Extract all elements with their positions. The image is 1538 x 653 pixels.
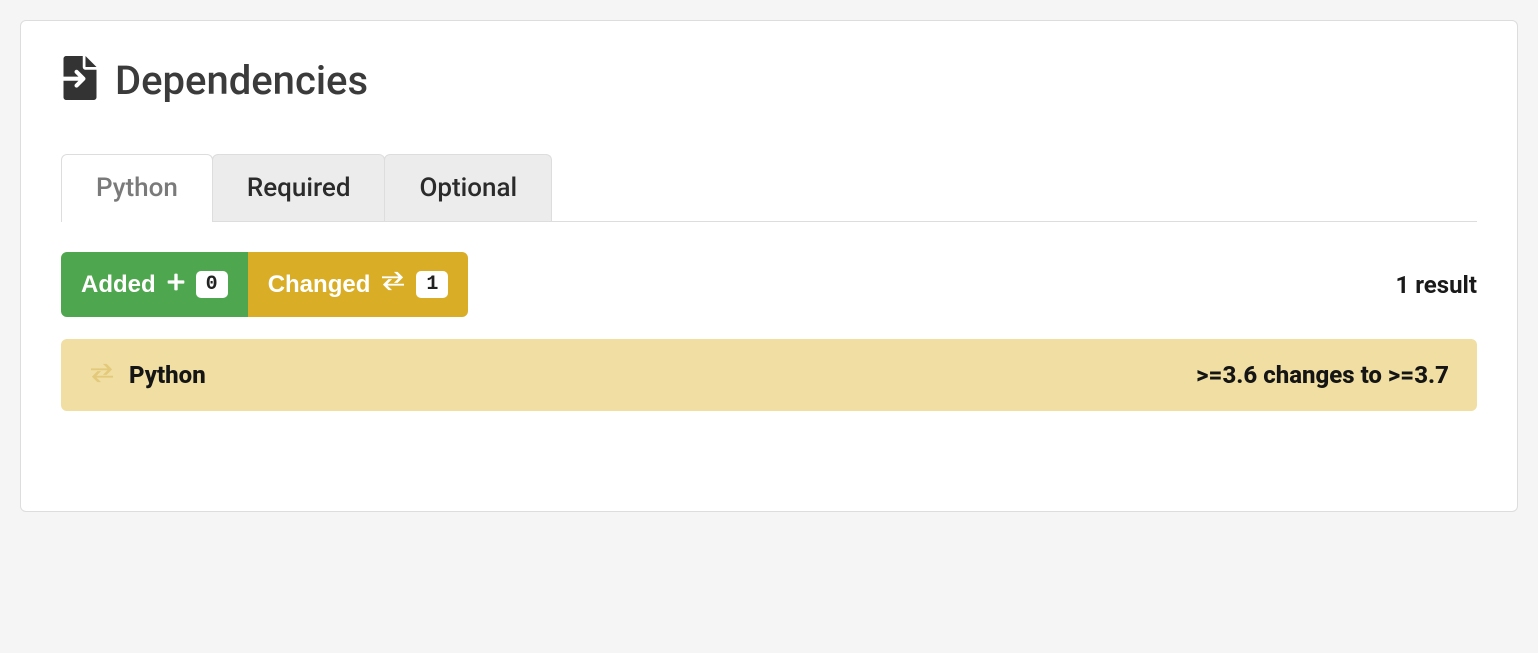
filter-added-count: 0 bbox=[196, 271, 228, 298]
tab-optional[interactable]: Optional bbox=[384, 154, 552, 221]
tab-required[interactable]: Required bbox=[212, 154, 386, 221]
filter-added-button[interactable]: Added 0 bbox=[61, 252, 248, 317]
tab-python[interactable]: Python bbox=[61, 154, 213, 222]
tabs: Python Required Optional bbox=[61, 154, 1477, 222]
plus-icon bbox=[166, 271, 186, 299]
result-count: 1 result bbox=[1395, 271, 1477, 299]
filter-changed-button[interactable]: Changed 1 bbox=[248, 252, 469, 317]
dependency-change: >=3.6 changes to >=3.7 bbox=[1196, 361, 1449, 389]
filter-changed-label: Changed bbox=[268, 271, 371, 299]
dependency-name: Python bbox=[129, 361, 206, 389]
filter-added-label: Added bbox=[81, 271, 156, 299]
dependency-row[interactable]: Python >=3.6 changes to >=3.7 bbox=[61, 339, 1477, 411]
file-import-icon bbox=[61, 56, 99, 104]
panel-title: Dependencies bbox=[115, 57, 368, 104]
filter-changed-count: 1 bbox=[416, 271, 448, 298]
swap-icon bbox=[89, 362, 115, 388]
dependencies-panel: Dependencies Python Required Optional Ad… bbox=[20, 20, 1518, 512]
panel-header: Dependencies bbox=[61, 56, 1477, 104]
dependency-row-left: Python bbox=[89, 361, 206, 389]
swap-icon bbox=[380, 270, 406, 299]
filter-row: Added 0 Changed 1 bbox=[61, 252, 1477, 317]
filter-buttons: Added 0 Changed 1 bbox=[61, 252, 468, 317]
dependency-list: Python >=3.6 changes to >=3.7 bbox=[61, 339, 1477, 411]
